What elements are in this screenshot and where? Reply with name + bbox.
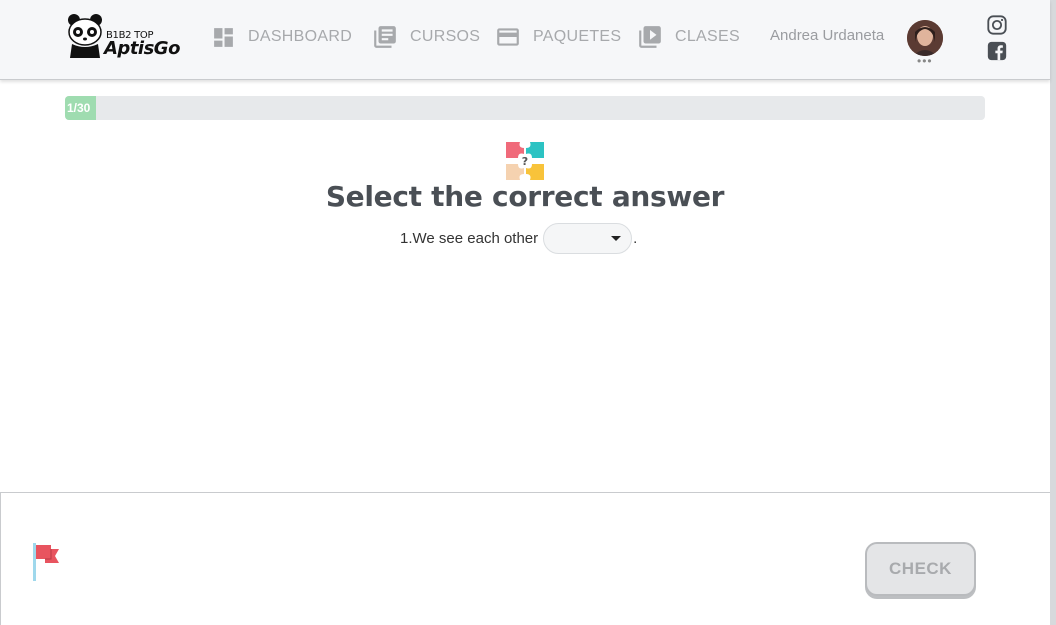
answer-dropdown[interactable] (543, 222, 633, 254)
aptisgo-logo[interactable]: B1B2 TOP AptisGo (66, 12, 180, 62)
question-title: Select the correct answer (325, 180, 725, 213)
caret-down-icon (611, 235, 622, 241)
answer-footer: CHECK (0, 492, 1050, 625)
nav-item-paquetes[interactable]: PAQUETES (495, 22, 621, 52)
nav-label-paquetes: PAQUETES (533, 28, 622, 45)
question-prompt: 1.We see each other (400, 229, 539, 247)
question-row: 1.We see each other . (400, 222, 637, 254)
nav-label-dashboard: DASHBOARD (248, 28, 353, 45)
video-library-icon (639, 26, 661, 48)
check-button[interactable]: CHECK (865, 542, 976, 596)
nav-item-dashboard[interactable]: DASHBOARD (211, 22, 352, 52)
avatar-image-icon (907, 20, 943, 56)
instagram-icon[interactable] (986, 14, 1008, 36)
nav-item-cursos[interactable]: CURSOS (372, 22, 480, 52)
progress-label: 1/30 (67, 101, 91, 115)
nav-item-clases[interactable]: CLASES (637, 22, 740, 52)
user-menu-dots[interactable]: ••• (917, 55, 933, 67)
card-icon (497, 28, 519, 46)
progress-bar: 1/30 (65, 96, 985, 120)
book-icon (374, 26, 396, 48)
report-flag-icon[interactable] (31, 541, 63, 585)
facebook-icon[interactable] (986, 40, 1008, 62)
dashboard-icon (214, 27, 233, 47)
user-name[interactable]: Andrea Urdaneta (770, 27, 884, 44)
logo-brand: AptisGo (104, 38, 180, 59)
top-navbar: B1B2 TOP AptisGo DASHBOARD CURSOS PAQUET… (0, 0, 1050, 80)
nav-label-clases: CLASES (675, 28, 740, 45)
nav-label-cursos: CURSOS (410, 28, 481, 45)
question-puzzle-icon: ? (506, 142, 544, 180)
avatar[interactable] (907, 20, 943, 56)
question-end-punctuation: . (633, 229, 638, 247)
svg-text:?: ? (522, 155, 528, 168)
page: B1B2 TOP AptisGo DASHBOARD CURSOS PAQUET… (0, 0, 1056, 625)
panda-logo-icon (68, 14, 102, 58)
